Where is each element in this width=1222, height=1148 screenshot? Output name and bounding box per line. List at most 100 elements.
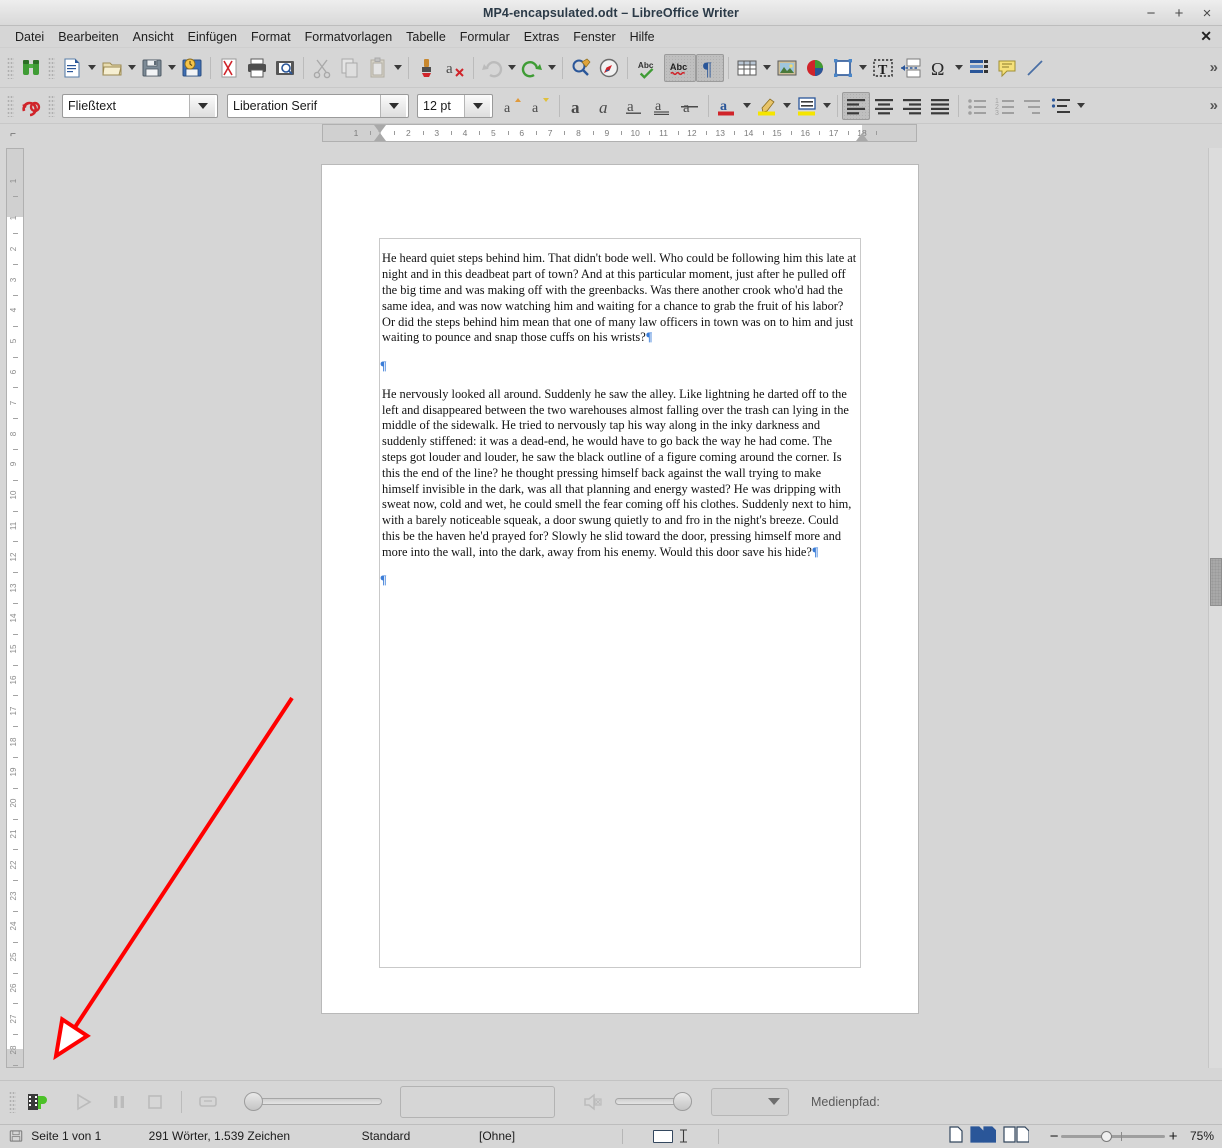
vertical-ruler[interactable]: 1123456789101112131415161718192021222324… [6, 148, 24, 1068]
word-count[interactable]: 291 Wörter, 1.539 Zeichen [149, 1125, 362, 1148]
undo-dropdown[interactable] [506, 54, 518, 82]
font-name-dropdown-arrow[interactable] [380, 95, 406, 117]
zoom-out-button[interactable]: − [1047, 1125, 1061, 1148]
media-position-knob[interactable] [244, 1092, 263, 1111]
strikethrough-icon[interactable]: a [676, 92, 704, 120]
page-indicator[interactable]: Seite 1 von 1 [31, 1125, 148, 1148]
book-view-icon[interactable] [1003, 1126, 1029, 1146]
menu-item-formular[interactable]: Formular [453, 28, 517, 46]
save-as-icon[interactable] [178, 54, 206, 82]
open-document-dropdown[interactable] [126, 54, 138, 82]
selection-mode-icon[interactable] [623, 1125, 719, 1148]
vertical-scrollbar-thumb[interactable] [1210, 558, 1222, 606]
undo-icon[interactable] [478, 54, 506, 82]
left-indent-marker[interactable] [374, 133, 386, 141]
ordered-list-icon[interactable]: 1 2 3 [991, 92, 1019, 120]
insert-frame-dropdown[interactable] [857, 54, 869, 82]
text-body-frame[interactable]: He heard quiet steps behind him. That di… [379, 238, 861, 968]
document-paragraph-4[interactable]: ¶ [380, 573, 860, 589]
font-size-dropdown-arrow[interactable] [464, 95, 490, 117]
paragraph-background-dropdown[interactable] [821, 92, 833, 120]
navigator-icon[interactable] [595, 54, 623, 82]
print-preview-icon[interactable] [271, 54, 299, 82]
font-color-icon[interactable]: a [713, 92, 741, 120]
font-size-combo[interactable] [417, 94, 493, 118]
standard-toolbar-overflow[interactable]: » [1210, 59, 1218, 76]
menu-item-format[interactable]: Format [244, 28, 298, 46]
insert-textbox-icon[interactable]: T [869, 54, 897, 82]
redo-dropdown[interactable] [546, 54, 558, 82]
font-color-dropdown[interactable] [741, 92, 753, 120]
media-position-slider[interactable] [244, 1091, 382, 1113]
insert-special-character-icon[interactable]: Ω [925, 54, 953, 82]
media-position-track[interactable] [253, 1098, 382, 1105]
align-center-icon[interactable] [870, 92, 898, 120]
insert-frame-icon[interactable] [829, 54, 857, 82]
menu-item-extras[interactable]: Extras [517, 28, 566, 46]
outline-list-icon[interactable] [1019, 92, 1047, 120]
media-repeat-icon[interactable] [194, 1088, 222, 1116]
font-name-combo[interactable] [227, 94, 409, 118]
menu-item-fenster[interactable]: Fenster [566, 28, 622, 46]
line-spacing-dropdown[interactable] [1075, 92, 1087, 120]
document-paragraph-1[interactable]: He heard quiet steps behind him. That di… [380, 251, 860, 346]
export-pdf-icon[interactable] [215, 54, 243, 82]
media-insert-icon[interactable] [23, 1088, 51, 1116]
open-document-icon[interactable] [98, 54, 126, 82]
format-toolbar-overflow[interactable]: » [1210, 97, 1218, 114]
maximize-button[interactable]: + [1172, 6, 1186, 20]
close-document-button[interactable]: ✕ [1200, 28, 1212, 45]
save-icon[interactable] [138, 54, 166, 82]
toolbar-grip-2[interactable] [48, 57, 55, 79]
menu-item-bearbeiten[interactable]: Bearbeiten [51, 28, 125, 46]
media-toolbar-grip[interactable] [9, 1091, 16, 1113]
zoom-level[interactable]: 75% [1181, 1125, 1222, 1148]
insert-image-icon[interactable] [773, 54, 801, 82]
clone-formatting-icon[interactable] [413, 54, 441, 82]
save-status-icon[interactable] [0, 1125, 31, 1148]
font-name-input[interactable] [228, 95, 380, 117]
multi-page-view-icon[interactable] [970, 1126, 996, 1146]
font-size-input[interactable] [418, 95, 464, 117]
save-dropdown[interactable] [166, 54, 178, 82]
first-line-indent-marker[interactable] [374, 125, 386, 133]
paragraph-style-combo[interactable] [62, 94, 218, 118]
paste-dropdown[interactable] [392, 54, 404, 82]
zoom-in-button[interactable]: + [1165, 1125, 1181, 1148]
document-page[interactable]: He heard quiet steps behind him. That di… [322, 165, 918, 1013]
bold-icon[interactable]: a [564, 92, 592, 120]
menu-item-ansicht[interactable]: Ansicht [126, 28, 181, 46]
highlight-color-icon[interactable] [753, 92, 781, 120]
menu-item-hilfe[interactable]: Hilfe [623, 28, 662, 46]
insert-page-break-icon[interactable] [897, 54, 925, 82]
media-volume-knob[interactable] [673, 1092, 692, 1111]
line-spacing-icon[interactable] [1047, 92, 1075, 120]
menu-item-formatvorlagen[interactable]: Formatvorlagen [298, 28, 400, 46]
paste-icon[interactable] [364, 54, 392, 82]
media-stop-icon[interactable] [141, 1088, 169, 1116]
document-paragraph-3[interactable]: He nervously looked all around. Suddenly… [380, 387, 860, 561]
horizontal-ruler[interactable]: 1123456789101112131415161718 [322, 124, 917, 142]
align-left-icon[interactable] [842, 92, 870, 120]
zoom-slider[interactable] [1061, 1129, 1165, 1143]
align-justify-icon[interactable] [926, 92, 954, 120]
media-zoom-select[interactable] [711, 1088, 789, 1116]
align-right-icon[interactable] [898, 92, 926, 120]
new-document-dropdown[interactable] [86, 54, 98, 82]
single-page-view-icon[interactable] [949, 1126, 963, 1146]
menu-item-einfuegen[interactable]: Einfügen [181, 28, 244, 46]
zoom-slider-knob[interactable] [1101, 1131, 1112, 1142]
spelling-icon[interactable]: Abc [632, 54, 664, 82]
unordered-list-icon[interactable] [963, 92, 991, 120]
new-document-icon[interactable] [58, 54, 86, 82]
ruler-corner-icon[interactable]: ⌐ [4, 126, 22, 142]
clear-formatting-icon[interactable]: a [441, 54, 469, 82]
cut-icon[interactable] [308, 54, 336, 82]
italic-icon[interactable]: a [592, 92, 620, 120]
close-window-button[interactable]: × [1200, 6, 1214, 20]
vertical-scrollbar[interactable] [1208, 148, 1222, 1068]
document-paragraph-2[interactable]: ¶ [380, 359, 860, 375]
media-volume-slider[interactable] [615, 1091, 691, 1113]
decrease-font-size-icon[interactable]: a [527, 92, 555, 120]
media-play-icon[interactable] [69, 1088, 97, 1116]
